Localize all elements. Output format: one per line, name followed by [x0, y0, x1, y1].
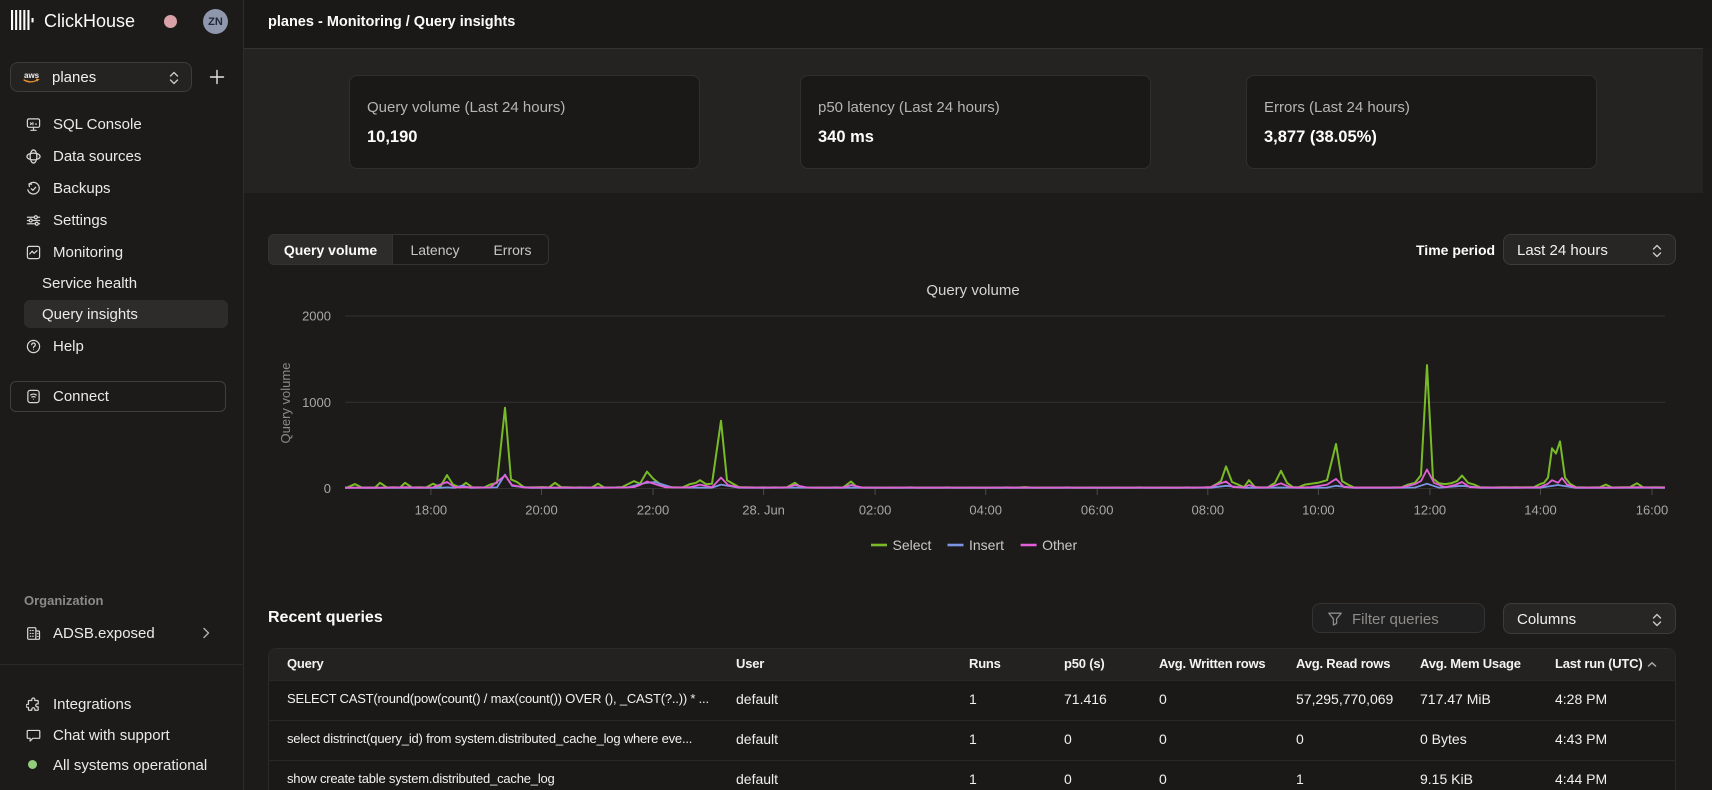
svg-text:12:00: 12:00	[1414, 503, 1447, 518]
svg-text:08:00: 08:00	[1192, 503, 1225, 518]
svg-text:06:00: 06:00	[1081, 503, 1114, 518]
svg-text:18:00: 18:00	[415, 503, 448, 518]
svg-text:20:00: 20:00	[525, 503, 558, 518]
svg-text:Other: Other	[1042, 537, 1077, 553]
svg-text:14:00: 14:00	[1524, 503, 1557, 518]
svg-text:Insert: Insert	[969, 537, 1004, 553]
svg-text:0: 0	[324, 481, 331, 496]
svg-text:10:00: 10:00	[1302, 503, 1335, 518]
svg-text:28. Jun: 28. Jun	[742, 503, 785, 518]
svg-text:2000: 2000	[302, 309, 331, 324]
svg-text:22:00: 22:00	[637, 503, 670, 518]
svg-text:04:00: 04:00	[969, 503, 1002, 518]
svg-text:1000: 1000	[302, 395, 331, 410]
svg-text:Query volume: Query volume	[278, 363, 293, 444]
svg-text:16:00: 16:00	[1636, 503, 1669, 518]
svg-text:Select: Select	[893, 537, 932, 553]
svg-text:02:00: 02:00	[859, 503, 892, 518]
svg-text:Query volume: Query volume	[926, 282, 1019, 299]
